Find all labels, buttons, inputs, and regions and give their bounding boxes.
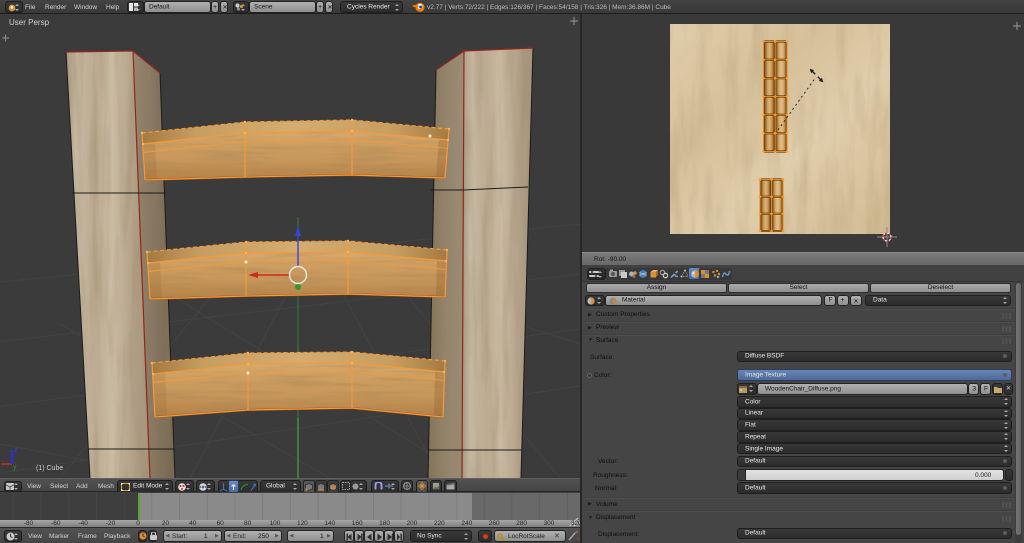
svg-text:z: z <box>14 447 18 454</box>
svg-text:y: y <box>13 464 17 471</box>
svg-text:(1) Cube: (1) Cube <box>36 465 63 472</box>
svg-text:User Persp: User Persp <box>9 18 50 27</box>
